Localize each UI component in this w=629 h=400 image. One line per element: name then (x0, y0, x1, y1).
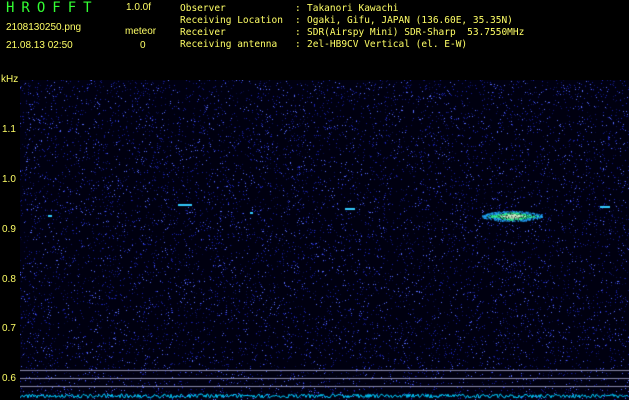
info-value: SDR(Airspy Mini) SDR-Sharp 53.7550MHz (307, 27, 525, 38)
filename-label: 2108130250.png (6, 22, 82, 33)
y-tick: 0.6 (2, 373, 16, 384)
info-value: Takanori Kawachi (307, 3, 399, 14)
info-sep: : (295, 3, 301, 14)
info-sep: : (295, 15, 301, 26)
timestamp-label: 21.08.13 02:50 (6, 40, 73, 51)
spectrogram-canvas (20, 80, 629, 400)
y-tick: 1.1 (2, 124, 16, 135)
y-axis-unit: kHz (1, 74, 19, 85)
info-value: Ogaki, Gifu, JAPAN (136.60E, 35.35N) (307, 15, 513, 26)
station-info: Observer: Takanori Kawachi Receiving Loca… (180, 3, 524, 51)
y-tick: 1.0 (2, 174, 16, 185)
info-row-antenna: Receiving antenna:2el-HB9CV Vertical (el… (180, 39, 524, 51)
info-key: Receiver (180, 27, 226, 38)
meteor-label: meteor (125, 26, 157, 37)
spectrogram-plot (20, 80, 629, 400)
info-sep: : (295, 39, 301, 50)
y-tick: 0.8 (2, 274, 16, 285)
info-key: Receiving antenna (180, 39, 278, 50)
info-sep: : (295, 27, 301, 38)
header-panel: HROFFT 1.0.0f 2108130250.png meteor 21.0… (0, 0, 629, 72)
info-value: 2el-HB9CV Vertical (el. E-W) (307, 39, 468, 50)
info-key: Observer (180, 3, 226, 14)
meteor-count: 0 (140, 40, 146, 51)
app-title: HROFFT (6, 0, 99, 16)
y-tick: 0.9 (2, 224, 16, 235)
info-row-location: Receiving Location: Ogaki, Gifu, JAPAN (1… (180, 15, 524, 27)
version-label: 1.0.0f (126, 2, 152, 13)
info-row-receiver: Receiver: SDR(Airspy Mini) SDR-Sharp 53.7… (180, 27, 524, 39)
y-tick: 0.7 (2, 323, 16, 334)
info-row-observer: Observer: Takanori Kawachi (180, 3, 524, 15)
info-key: Receiving Location (180, 15, 283, 26)
